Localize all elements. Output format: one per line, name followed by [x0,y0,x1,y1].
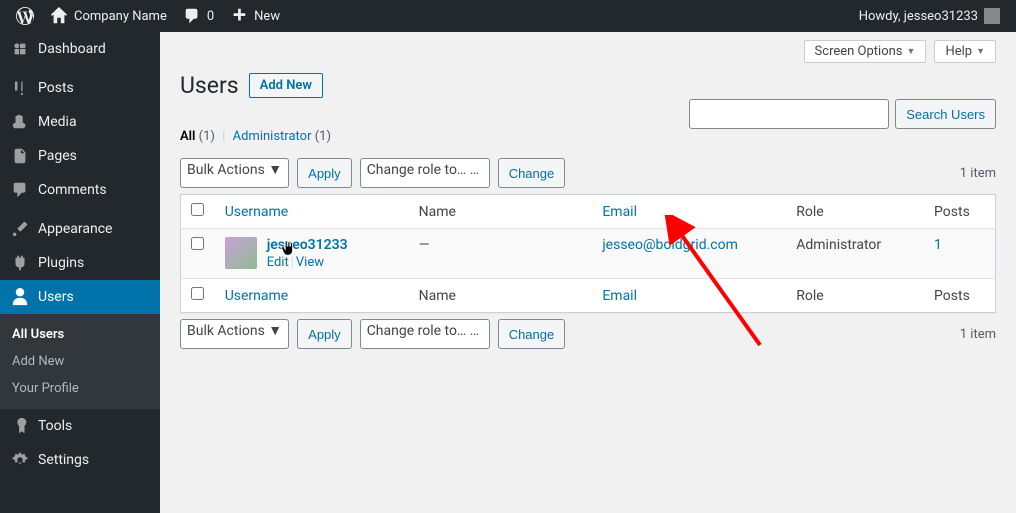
col-posts: Posts [924,195,995,229]
row-checkbox[interactable] [191,237,204,250]
menu-label: Settings [38,452,89,468]
content-wrap: Screen Options Help Users Add New Search… [160,32,1016,513]
col-name: Name [409,195,593,229]
menu-users[interactable]: Users [0,280,160,314]
col-role: Role [786,195,924,229]
menu-media[interactable]: Media [0,105,160,139]
view-link[interactable]: View [296,255,324,270]
menu-label: Tools [38,418,72,434]
tab-label: Help [945,44,972,59]
submenu-users: All Users Add New Your Profile [0,314,160,409]
howdy-text: Howdy, jesseo31233 [859,9,978,24]
new-content[interactable]: New [222,0,288,32]
new-label: New [254,9,280,24]
add-new-button[interactable]: Add New [249,73,323,98]
submenu-all-users[interactable]: All Users [0,321,160,348]
menu-label: Appearance [38,221,112,237]
select-all-checkbox[interactable] [191,203,204,216]
page-title: Users [180,72,239,99]
col-role-foot: Role [786,279,924,313]
user-role: Administrator [786,229,924,279]
menu-posts[interactable]: Posts [0,71,160,105]
menu-tools[interactable]: Tools [0,409,160,443]
user-avatar [225,237,257,269]
menu-settings[interactable]: Settings [0,443,160,477]
search-input[interactable] [689,99,889,129]
menu-label: Comments [38,182,107,198]
bulk-actions-select-bottom[interactable]: Bulk Actions ▼ [180,319,289,349]
filter-admin-count: (1) [315,129,331,144]
plugin-icon [10,254,30,272]
comment-icon [10,181,30,199]
admin-bar: Company Name 0 New Howdy, jesseo31233 [0,0,1016,32]
brush-icon [10,220,30,238]
menu-label: Dashboard [38,41,106,57]
tab-label: Screen Options [815,44,903,59]
media-icon [10,113,30,131]
col-username-foot[interactable]: Username [225,288,289,304]
change-role-select-bottom[interactable]: Change role to… ▼ [360,319,490,349]
menu-pages[interactable]: Pages [0,139,160,173]
menu-label: Media [38,114,77,130]
bulk-actions-select[interactable]: Bulk Actions ▼ [180,158,289,188]
search-users-button[interactable]: Search Users [895,99,996,129]
apply-button-bottom[interactable]: Apply [297,319,352,349]
screen-options-tab[interactable]: Screen Options [804,40,927,63]
col-username[interactable]: Username [225,204,289,220]
home-icon [50,7,68,25]
menu-appearance[interactable]: Appearance [0,212,160,246]
wrench-icon [10,417,30,435]
filter-administrator[interactable]: Administrator [233,129,312,144]
menu-plugins[interactable]: Plugins [0,246,160,280]
col-posts-foot: Posts [924,279,995,313]
submenu-add-new[interactable]: Add New [0,348,160,375]
filter-all-count: (1) [199,129,215,144]
submenu-your-profile[interactable]: Your Profile [0,375,160,402]
col-email-foot[interactable]: Email [602,288,637,304]
page-icon [10,147,30,165]
wordpress-icon [16,7,34,25]
site-name[interactable]: Company Name [42,0,175,32]
comments-link[interactable]: 0 [175,0,222,32]
edit-link[interactable]: Edit [267,255,289,270]
menu-label: Posts [38,80,74,96]
item-count: 1 item [960,166,996,181]
user-icon [10,288,30,306]
item-count-bottom: 1 item [960,327,996,342]
menu-label: Users [38,289,74,305]
my-account[interactable]: Howdy, jesseo31233 [851,0,1008,32]
change-button-bottom[interactable]: Change [498,319,566,349]
site-name-text: Company Name [74,9,167,24]
user-username-link[interactable]: jesseo31233 [267,237,348,253]
admin-menu: Dashboard Posts Media Pages Comments App… [0,32,160,513]
plus-icon [230,7,248,25]
users-table: Username Name Email Role Posts jesseo312… [180,194,996,313]
filter-label: All [180,129,195,144]
menu-comments[interactable]: Comments [0,173,160,207]
avatar [984,8,1000,24]
comment-icon [183,7,201,25]
dashboard-icon [10,40,30,58]
apply-button[interactable]: Apply [297,158,352,188]
user-name: — [409,229,593,279]
comments-count: 0 [207,9,214,24]
change-button[interactable]: Change [498,158,566,188]
col-name-foot: Name [409,279,593,313]
help-tab[interactable]: Help [934,40,996,63]
change-role-select[interactable]: Change role to… ▼ [360,158,490,188]
table-row: jesseo31233 Edit|View — jesseo@boldgrid.… [181,229,996,279]
menu-label: Plugins [38,255,84,271]
menu-label: Pages [38,148,77,164]
col-email[interactable]: Email [602,204,637,220]
user-email[interactable]: jesseo@boldgrid.com [602,237,738,253]
wp-logo[interactable] [8,0,42,32]
pin-icon [10,79,30,97]
filter-all[interactable]: All [180,129,195,144]
menu-dashboard[interactable]: Dashboard [0,32,160,66]
settings-icon [10,451,30,469]
user-posts-count[interactable]: 1 [934,237,942,253]
select-all-checkbox-bottom[interactable] [191,287,204,300]
